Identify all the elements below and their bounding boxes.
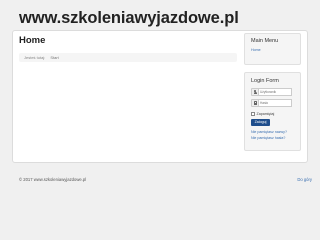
forgot-password-link[interactable]: Nie pamiętasz hasła? — [251, 136, 285, 140]
username-input[interactable] — [259, 88, 292, 96]
username-field — [251, 88, 292, 96]
breadcrumb-current: Start — [50, 55, 59, 60]
forgot-username-link[interactable]: Nie pamiętasz nazwy? — [251, 130, 287, 134]
site-title[interactable]: www.szkoleniawyjazdowe.pl — [19, 9, 239, 28]
breadcrumb-prefix: Jesteś tutaj: — [24, 55, 46, 60]
remember-checkbox[interactable] — [251, 112, 255, 116]
footer-copyright: © 2017 www.szkoleniawyjazdowe.pl — [19, 177, 87, 182]
page-title: Home — [19, 35, 46, 46]
menu-item-home[interactable]: Home — [251, 48, 261, 52]
login-form-title: Login Form — [251, 78, 279, 84]
remember-me[interactable]: Zapamiętaj — [251, 112, 274, 116]
password-field — [251, 99, 292, 107]
lock-icon — [251, 99, 259, 107]
remember-label: Zapamiętaj — [256, 112, 275, 116]
breadcrumb: Jesteś tutaj: Start — [19, 53, 237, 62]
login-panel: Login Form Zapamiętaj Zaloguj Nie pamięt… — [244, 72, 301, 151]
main-menu-title: Main Menu — [251, 38, 279, 44]
login-button[interactable]: Zaloguj — [251, 119, 270, 126]
back-to-top-link[interactable]: Do góry — [297, 177, 312, 182]
user-icon — [251, 88, 259, 96]
main-menu-panel: Main Menu Home — [244, 33, 301, 65]
password-input[interactable] — [259, 99, 292, 107]
